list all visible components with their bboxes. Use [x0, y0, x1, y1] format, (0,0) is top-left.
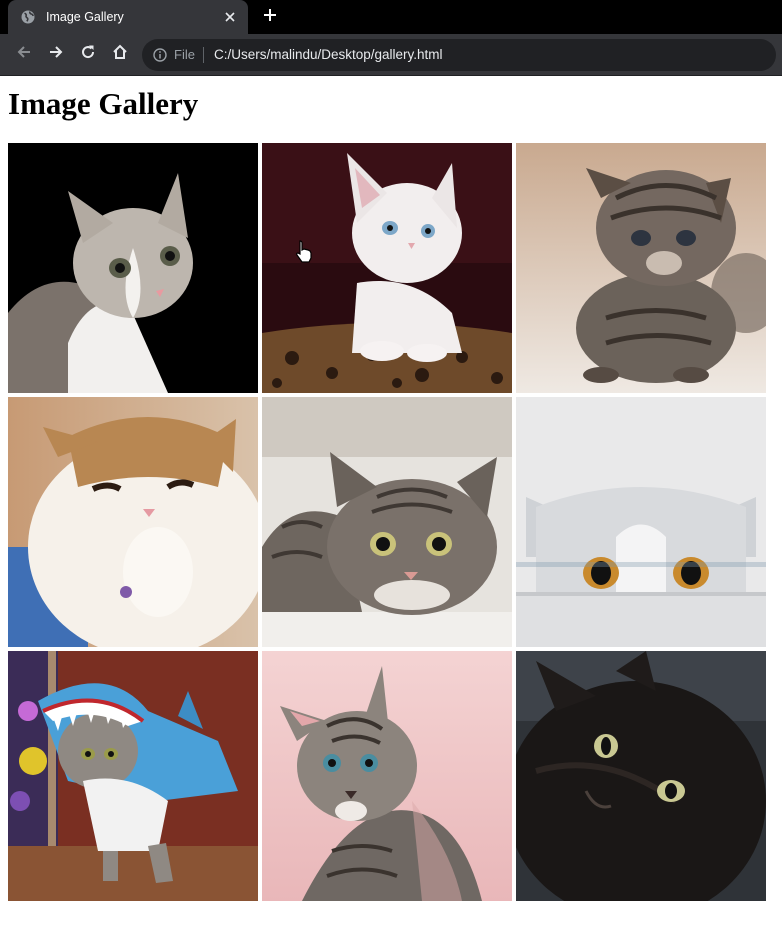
address-scheme: File — [174, 47, 195, 62]
home-button[interactable] — [104, 39, 136, 71]
reload-button[interactable] — [72, 39, 104, 71]
gallery-image-7[interactable] — [8, 651, 258, 901]
home-icon — [112, 44, 128, 65]
address-url[interactable]: C:/Users/malindu/Desktop/gallery.html — [214, 47, 443, 62]
forward-button[interactable] — [40, 39, 72, 71]
gallery-image-4[interactable] — [8, 397, 258, 647]
gallery-image-2[interactable] — [262, 143, 512, 393]
address-bar[interactable]: File C:/Users/malindu/Desktop/gallery.ht… — [142, 38, 776, 71]
gallery-image-1[interactable] — [8, 143, 258, 393]
tab-strip: Image Gallery — [0, 0, 782, 34]
forward-arrow-icon — [48, 44, 64, 65]
gallery-image-5[interactable] — [262, 397, 512, 647]
gallery-image-9[interactable] — [516, 651, 766, 901]
back-button[interactable] — [8, 39, 40, 71]
back-arrow-icon — [16, 44, 32, 65]
gallery-image-6[interactable] — [516, 397, 766, 647]
plus-icon — [263, 8, 277, 27]
close-icon[interactable] — [222, 9, 238, 25]
tab-title: Image Gallery — [46, 10, 124, 24]
address-divider — [202, 46, 204, 63]
gallery-image-3[interactable] — [516, 143, 766, 393]
image-gallery — [8, 143, 766, 901]
browser-tab[interactable]: Image Gallery — [8, 0, 248, 34]
reload-icon — [80, 44, 96, 65]
gallery-image-8[interactable] — [262, 651, 512, 901]
new-tab-button[interactable] — [258, 5, 282, 29]
info-icon[interactable] — [152, 47, 168, 63]
page-title: Image Gallery — [8, 86, 199, 121]
browser-toolbar: File C:/Users/malindu/Desktop/gallery.ht… — [0, 34, 782, 76]
page-content: Image Gallery — [0, 86, 782, 901]
globe-icon — [20, 9, 36, 25]
